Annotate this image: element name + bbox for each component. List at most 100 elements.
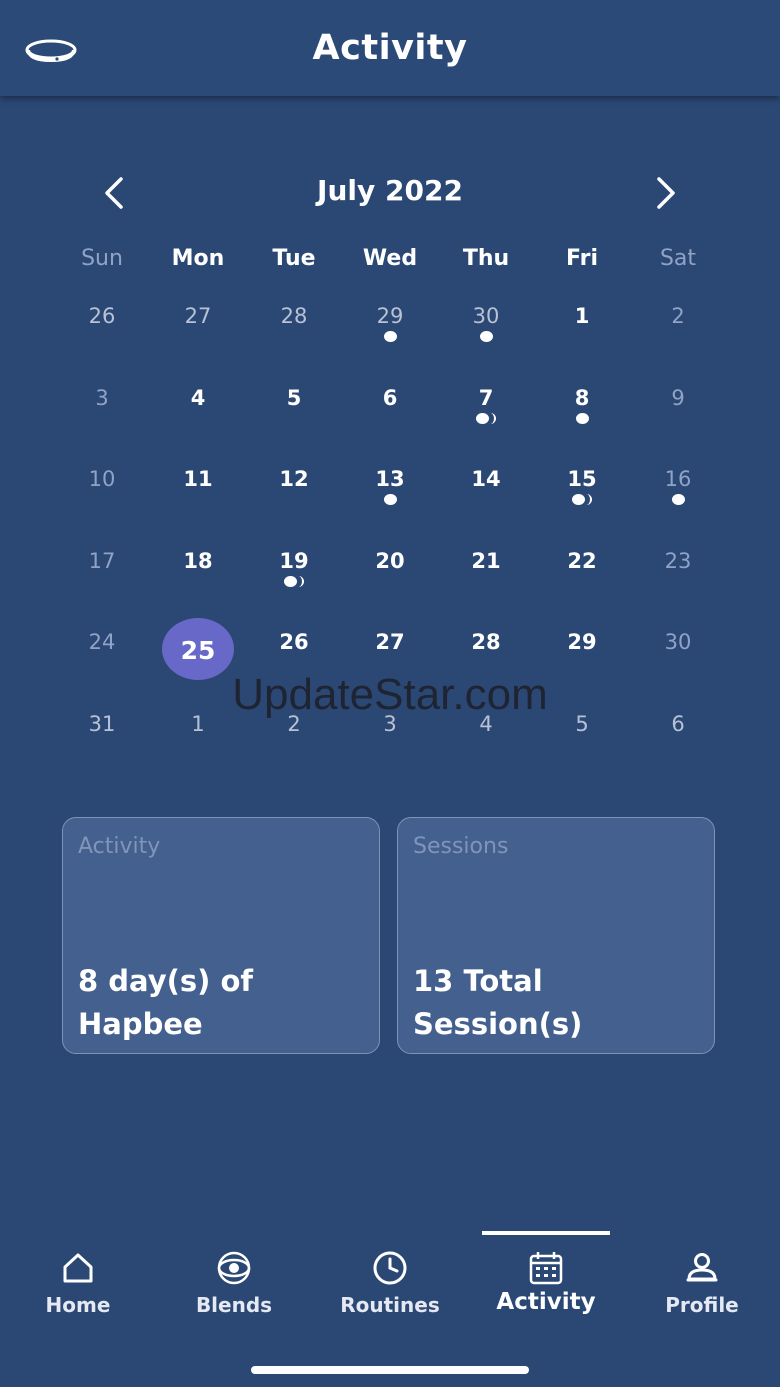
day-number: 12 [279, 467, 309, 491]
tab-blends[interactable]: Blends [156, 1230, 312, 1330]
calendar-day[interactable]: 1 [534, 282, 630, 364]
calendar-day[interactable]: 3 [54, 364, 150, 446]
home-indicator [251, 1366, 529, 1374]
tab-label: Blends [195, 1293, 273, 1317]
calendar-day[interactable]: 19 [246, 527, 342, 609]
tab-profile[interactable]: Profile [624, 1230, 780, 1330]
day-number: 27 [184, 304, 212, 328]
page-title: Activity [312, 28, 468, 68]
day-number: 10 [88, 467, 116, 491]
sessions-total-value: 13 Total Session(s) [413, 964, 583, 1041]
card-label: Activity [78, 834, 161, 859]
day-number: 4 [190, 385, 206, 410]
day-number: 7 [478, 385, 494, 410]
clock-icon [373, 1251, 407, 1285]
day-number: 6 [382, 385, 398, 410]
day-number: 20 [375, 548, 405, 573]
activity-card: Activity 8 day(s) of Hapbee [62, 817, 380, 1054]
bottom-tab-bar: Home Blends Routines Activity Profile [0, 1230, 780, 1340]
day-number: 1 [574, 304, 590, 328]
weekday-header: Tue [272, 246, 316, 271]
day-number: 26 [279, 630, 309, 654]
calendar-day[interactable]: 17 [54, 527, 150, 609]
day-number: 16 [664, 467, 692, 491]
weekday-header: Wed [362, 246, 418, 271]
calendar-day[interactable]: 23 [630, 527, 726, 609]
activity-days-value: 8 day(s) of Hapbee [78, 964, 254, 1041]
calendar-day[interactable]: 14 [438, 445, 534, 527]
calendar-icon [529, 1252, 563, 1285]
calendar-day[interactable]: 26 [54, 282, 150, 364]
day-number: 5 [286, 385, 302, 410]
tab-label: Routines [340, 1293, 440, 1317]
day-number: 30 [472, 304, 500, 328]
day-number: 23 [664, 548, 692, 573]
day-number: 14 [471, 467, 501, 491]
multi-session-marker [572, 494, 592, 505]
calendar-day[interactable]: 15 [534, 445, 630, 527]
app-header: Activity [0, 0, 780, 96]
day-number: 28 [471, 630, 501, 654]
day-number: 19 [279, 548, 309, 573]
calendar-day[interactable]: 2 [630, 282, 726, 364]
day-number: 24 [88, 630, 116, 654]
day-number: 13 [375, 467, 405, 491]
tab-label: Home [45, 1293, 111, 1317]
day-number: 21 [471, 548, 501, 573]
chevron-right-icon[interactable] [651, 176, 681, 210]
weekday-header: Sat [659, 246, 697, 271]
weekday-header: Fri [565, 246, 598, 271]
calendar-day[interactable]: 27 [150, 282, 246, 364]
calendar-day[interactable]: 30 [438, 282, 534, 364]
calendar-day[interactable]: 12 [246, 445, 342, 527]
day-number: 26 [88, 304, 116, 328]
calendar-day[interactable]: 4 [150, 364, 246, 446]
calendar-day[interactable]: 11 [150, 445, 246, 527]
day-number: 27 [375, 630, 405, 654]
calendar-day[interactable]: 16 [630, 445, 726, 527]
day-number: 8 [574, 385, 590, 410]
tab-activity[interactable]: Activity [468, 1230, 624, 1330]
weekday-header: Thu [462, 246, 510, 271]
calendar-day[interactable]: 29 [342, 282, 438, 364]
day-number: 9 [671, 385, 685, 410]
profile-icon [686, 1253, 718, 1282]
tab-label: Profile [665, 1293, 739, 1317]
day-number: 11 [183, 467, 213, 491]
tab-routines[interactable]: Routines [312, 1230, 468, 1330]
calendar-day[interactable]: 9 [630, 364, 726, 446]
calendar-day[interactable]: 5 [246, 364, 342, 446]
calendar-day[interactable]: 21 [438, 527, 534, 609]
day-number: 17 [88, 548, 116, 573]
sessions-card: Sessions 13 Total Session(s) [397, 817, 715, 1054]
day-number: 25 [180, 636, 216, 665]
home-icon [63, 1253, 93, 1283]
card-label: Sessions [413, 834, 509, 859]
calendar-day[interactable]: 10 [54, 445, 150, 527]
multi-session-marker [284, 575, 304, 587]
calendar-day[interactable]: 8 [534, 364, 630, 446]
calendar-day[interactable]: 7 [438, 364, 534, 446]
session-marker [384, 494, 397, 505]
day-number: 22 [567, 548, 597, 573]
weekday-header: Mon [171, 246, 225, 271]
calendar-day[interactable]: 22 [534, 527, 630, 609]
weekday-header: Sun [81, 246, 123, 271]
tab-home[interactable]: Home [0, 1230, 156, 1330]
calendar-day[interactable]: 18 [150, 527, 246, 609]
watermark: UpdateStar.com [232, 670, 548, 719]
day-number: 30 [664, 630, 692, 654]
day-number: 2 [671, 304, 685, 328]
day-number: 15 [567, 467, 597, 491]
session-marker [384, 331, 397, 342]
calendar-day[interactable]: 28 [246, 282, 342, 364]
day-number: 29 [376, 304, 404, 328]
calendar-day[interactable]: 13 [342, 445, 438, 527]
day-number: 29 [567, 630, 597, 654]
multi-session-marker [476, 412, 496, 424]
calendar-day[interactable]: 6 [342, 364, 438, 446]
session-marker [672, 494, 685, 505]
calendar-day[interactable]: 20 [342, 527, 438, 609]
session-marker [576, 412, 589, 424]
day-number: 18 [183, 548, 213, 573]
